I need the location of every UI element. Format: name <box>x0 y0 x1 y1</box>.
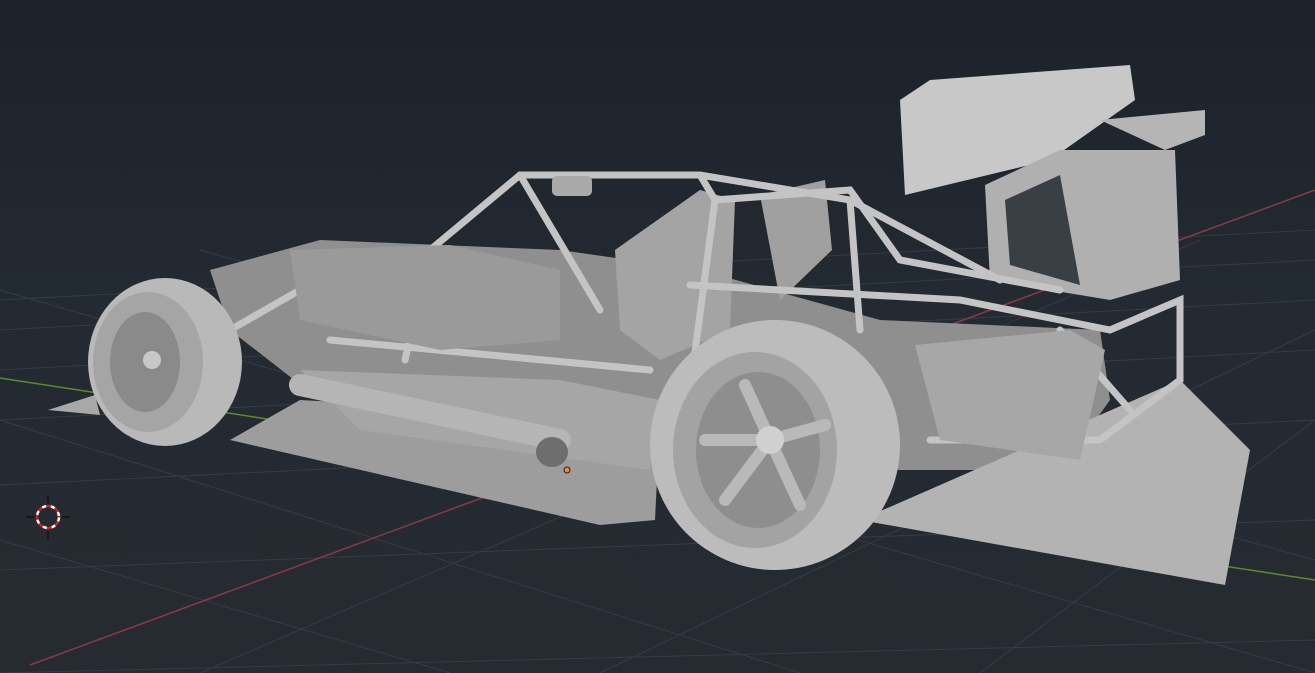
car-model[interactable] <box>48 65 1250 585</box>
rear-view-mirror <box>552 176 592 196</box>
exhaust-tip <box>536 437 568 467</box>
front-splitter <box>48 395 100 415</box>
object-origin-icon[interactable] <box>563 466 571 474</box>
3d-viewport[interactable] <box>0 0 1315 673</box>
3d-cursor-icon[interactable] <box>26 495 70 539</box>
fuel-tank <box>915 330 1105 460</box>
viewport-canvas[interactable] <box>0 0 1315 673</box>
front-wheel <box>88 278 242 446</box>
rear-wheel <box>650 320 900 570</box>
rear-wing-upper <box>1100 110 1205 150</box>
